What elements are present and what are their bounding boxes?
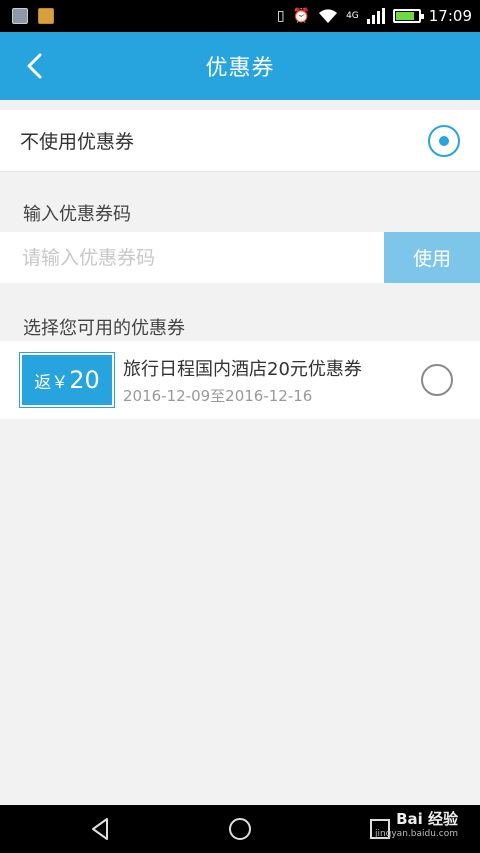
no-coupon-option[interactable]: 不使用优惠券: [0, 110, 480, 172]
notification-icons: [12, 8, 54, 24]
gallery-notification-icon: [12, 8, 28, 24]
radio-selected-dot: [439, 135, 449, 146]
coupon-card[interactable]: 返￥ 20 旅行日程国内酒店20元优惠券 2016-12-09至2016-12-…: [0, 337, 480, 423]
coupon-value-badge: 返￥ 20: [19, 352, 115, 408]
app-header: 优惠券: [0, 32, 480, 100]
status-indicators: ▯ ⏰ 4G 17:09: [277, 7, 472, 25]
coupon-code-input[interactable]: [0, 232, 384, 283]
coupon-info: 旅行日程国内酒店20元优惠券 2016-12-09至2016-12-16: [123, 355, 421, 406]
coupon-name: 旅行日程国内酒店20元优惠券: [123, 358, 362, 380]
watermark: Bai 经验 jingyan.baidu.com: [375, 808, 458, 839]
page-title: 优惠券: [205, 56, 275, 81]
watermark-url: jingyan.baidu.com: [374, 829, 458, 839]
back-button[interactable]: [14, 46, 54, 86]
signal-icon: [366, 8, 385, 24]
home-circle-icon[interactable]: [227, 816, 253, 842]
no-coupon-radio[interactable]: [428, 124, 460, 157]
app-notification-icon: [38, 8, 54, 24]
coupon-badge-prefix: 返￥: [34, 372, 69, 393]
clock: 17:09: [428, 7, 472, 25]
coupon-code-section-title: 输入优惠券码: [23, 204, 131, 225]
battery-icon: [392, 9, 424, 23]
watermark-logo: Bai 经验: [396, 810, 458, 828]
coupon-select-radio[interactable]: [421, 364, 453, 396]
network-type-label: 4G: [346, 11, 359, 21]
use-coupon-button[interactable]: 使用: [384, 232, 480, 283]
wifi-icon: [319, 9, 338, 23]
chevron-left-icon: [27, 53, 42, 79]
coupon-badge-amount: 20: [69, 366, 100, 394]
battery-level: [395, 12, 414, 20]
no-coupon-label: 不使用优惠券: [20, 131, 135, 153]
back-triangle-icon[interactable]: [87, 816, 113, 842]
coupon-code-row: 使用: [0, 232, 480, 283]
coupon-valid-range: 2016-12-09至2016-12-16: [123, 386, 313, 405]
vibrate-icon: ▯: [276, 8, 285, 24]
status-bar: ▯ ⏰ 4G 17:09: [0, 0, 480, 32]
alarm-icon: ⏰: [292, 8, 311, 24]
